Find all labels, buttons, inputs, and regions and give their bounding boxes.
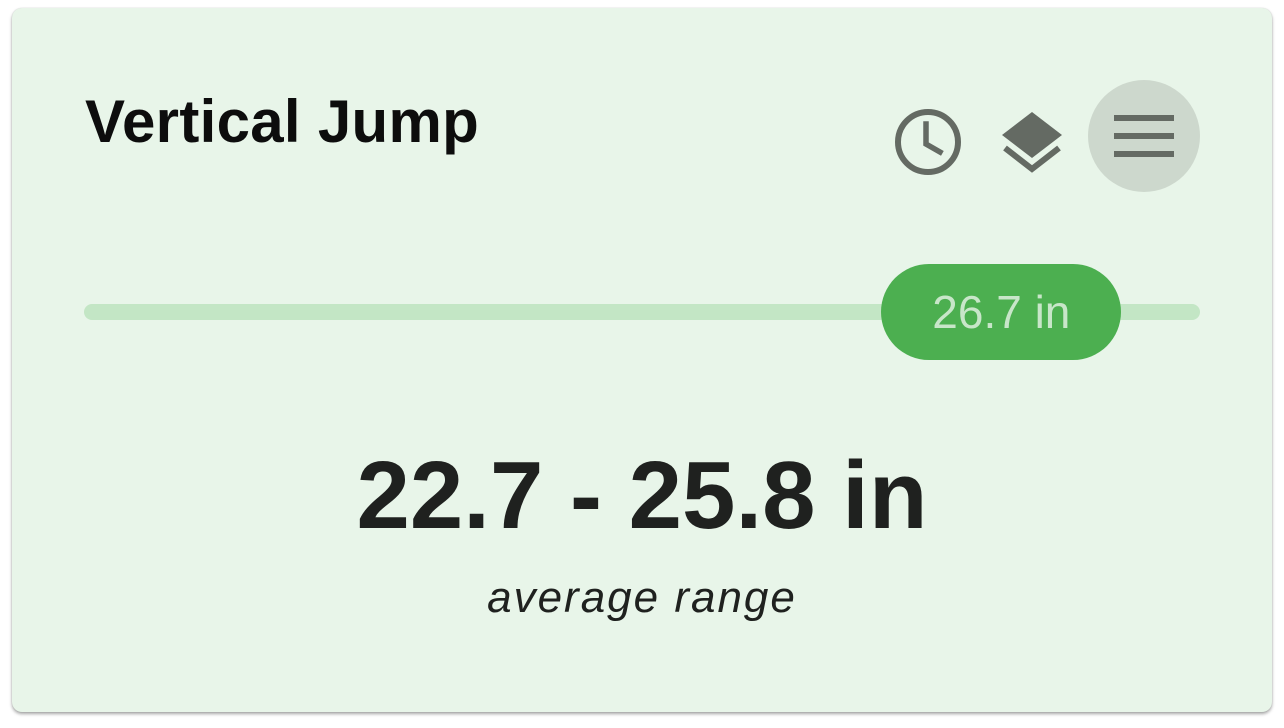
vertical-jump-card: Vertical Jump 26.7 in 22.7 - 25.8 in ave… [12,8,1272,712]
hamburger-menu-icon [1114,115,1174,157]
history-button[interactable] [872,86,984,198]
average-range-caption: average range [487,573,797,622]
clock-icon [895,109,961,175]
layers-button[interactable] [976,86,1088,198]
slider-value-label: 26.7 in [932,286,1071,338]
slider-thumb[interactable]: 26.7 in [881,264,1122,360]
layers-icon [1002,112,1062,173]
menu-button[interactable] [1088,80,1200,192]
average-range-value: 22.7 - 25.8 in [356,442,928,549]
card-title: Vertical Jump [85,88,480,155]
